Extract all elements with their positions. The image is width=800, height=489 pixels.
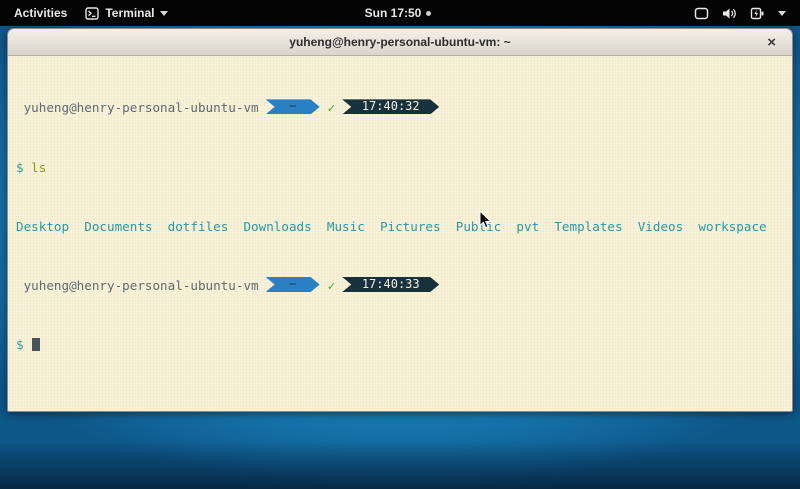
prompt-user-host: yuheng@henry-personal-ubuntu-vm	[16, 100, 259, 115]
text-cursor	[32, 338, 40, 351]
prompt-time-segment: 17:40:32	[342, 99, 439, 114]
prompt-symbol: $	[16, 337, 31, 352]
battery-charging-icon	[750, 7, 765, 20]
prompt-time-segment: 17:40:33	[342, 277, 439, 292]
app-menu-button[interactable]: Terminal	[85, 6, 168, 20]
terminal-window: yuheng@henry-personal-ubuntu-vm: ~ × yuh…	[7, 28, 793, 412]
chevron-down-icon	[778, 11, 786, 16]
clock-label: Sun 17:50	[365, 6, 422, 20]
prompt-user-host: yuheng@henry-personal-ubuntu-vm	[16, 278, 259, 293]
prompt-symbol: $	[16, 160, 31, 175]
window-titlebar[interactable]: yuheng@henry-personal-ubuntu-vm: ~ ×	[8, 29, 792, 56]
prompt-line: yuheng@henry-personal-ubuntu-vm ~ ✓ 17:40:3…	[8, 279, 792, 294]
ls-output: Desktop Documents dotfiles Downloads Mus…	[8, 220, 792, 235]
command-line: $ ls	[8, 161, 792, 176]
chevron-down-icon	[160, 11, 168, 16]
close-button[interactable]: ×	[759, 29, 784, 55]
desktop: { "top_bar": { "activities_label": "Acti…	[0, 0, 800, 489]
clock-button[interactable]: Sun 17:50	[365, 6, 432, 20]
system-status-area[interactable]	[431, 7, 800, 20]
activities-button[interactable]: Activities	[10, 4, 71, 22]
check-icon: ✓	[328, 278, 336, 293]
terminal-icon	[85, 7, 99, 20]
top-bar: Activities Terminal Sun 17:50	[0, 0, 800, 26]
app-menu-label: Terminal	[105, 6, 154, 20]
check-icon: ✓	[328, 100, 336, 115]
prompt-line: yuheng@henry-personal-ubuntu-vm ~ ✓ 17:40:3…	[8, 101, 792, 116]
window-title: yuheng@henry-personal-ubuntu-vm: ~	[289, 35, 510, 49]
prompt-path-segment: ~	[266, 99, 320, 114]
volume-icon	[722, 7, 737, 20]
command-text: ls	[31, 160, 46, 175]
prompt-path-segment: ~	[266, 277, 320, 292]
input-line[interactable]: $	[8, 338, 792, 353]
terminal-content[interactable]: yuheng@henry-personal-ubuntu-vm ~ ✓ 17:40:3…	[8, 56, 792, 412]
screen-icon	[694, 7, 709, 20]
